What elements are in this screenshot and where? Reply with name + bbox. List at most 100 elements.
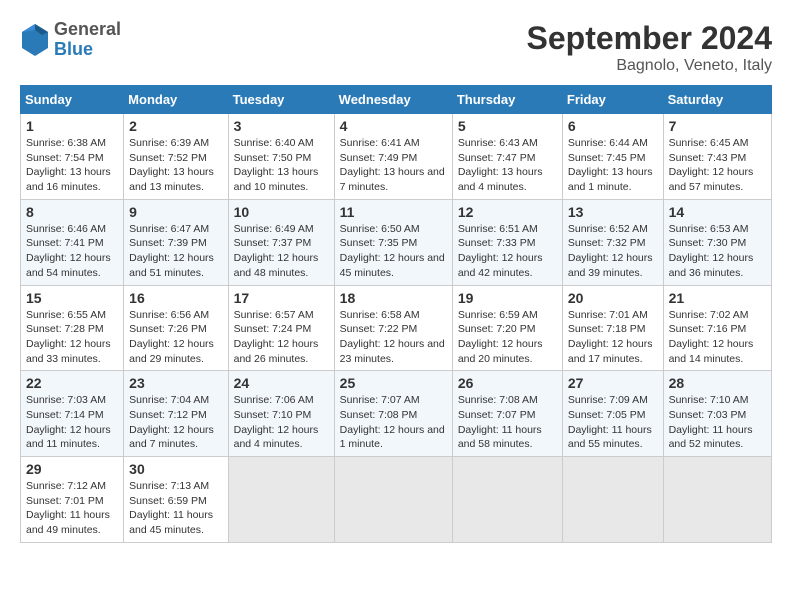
- header-thursday: Thursday: [452, 86, 562, 114]
- calendar-cell: 6 Sunrise: 6:44 AMSunset: 7:45 PMDaylight…: [562, 114, 663, 200]
- day-details: Sunrise: 6:56 AMSunset: 7:26 PMDaylight:…: [129, 308, 222, 367]
- header-sunday: Sunday: [21, 86, 124, 114]
- day-number: 6: [568, 118, 658, 134]
- day-details: Sunrise: 6:45 AMSunset: 7:43 PMDaylight:…: [669, 136, 766, 195]
- day-details: Sunrise: 6:49 AMSunset: 7:37 PMDaylight:…: [234, 222, 329, 281]
- day-details: Sunrise: 6:38 AMSunset: 7:54 PMDaylight:…: [26, 136, 118, 195]
- day-number: 2: [129, 118, 222, 134]
- calendar-cell: 11 Sunrise: 6:50 AMSunset: 7:35 PMDayligh…: [334, 199, 452, 285]
- day-details: Sunrise: 6:50 AMSunset: 7:35 PMDaylight:…: [340, 222, 447, 281]
- day-number: 25: [340, 375, 447, 391]
- calendar-cell: 27Sunrise: 7:09 AMSunset: 7:05 PMDayligh…: [562, 371, 663, 457]
- logo: General Blue: [20, 20, 121, 60]
- calendar-cell: 15Sunrise: 6:55 AMSunset: 7:28 PMDayligh…: [21, 285, 124, 371]
- day-details: Sunrise: 7:12 AMSunset: 7:01 PMDaylight:…: [26, 479, 118, 538]
- day-number: 24: [234, 375, 329, 391]
- day-details: Sunrise: 6:44 AMSunset: 7:45 PMDaylight:…: [568, 136, 658, 195]
- day-number: 21: [669, 290, 766, 306]
- day-details: Sunrise: 7:08 AMSunset: 7:07 PMDaylight:…: [458, 393, 557, 452]
- calendar-cell: 21Sunrise: 7:02 AMSunset: 7:16 PMDayligh…: [663, 285, 771, 371]
- day-number: 5: [458, 118, 557, 134]
- day-number: 28: [669, 375, 766, 391]
- calendar-cell: 22 Sunrise: 7:03 AMSunset: 7:14 PMDayligh…: [21, 371, 124, 457]
- calendar-table: Sunday Monday Tuesday Wednesday Thursday…: [20, 85, 772, 543]
- day-number: 23: [129, 375, 222, 391]
- day-details: Sunrise: 7:13 AMSunset: 6:59 PMDaylight:…: [129, 479, 222, 538]
- day-number: 22: [26, 375, 118, 391]
- day-details: Sunrise: 6:59 AMSunset: 7:20 PMDaylight:…: [458, 308, 557, 367]
- header-tuesday: Tuesday: [228, 86, 334, 114]
- day-number: 8: [26, 204, 118, 220]
- day-number: 1: [26, 118, 118, 134]
- calendar-week-row: 29 Sunrise: 7:12 AMSunset: 7:01 PMDayligh…: [21, 457, 772, 543]
- logo-general: General: [54, 20, 121, 40]
- calendar-cell: 4 Sunrise: 6:41 AMSunset: 7:49 PMDaylight…: [334, 114, 452, 200]
- calendar-cell: 25 Sunrise: 7:07 AMSunset: 7:08 PMDayligh…: [334, 371, 452, 457]
- day-number: 12: [458, 204, 557, 220]
- header-monday: Monday: [124, 86, 228, 114]
- calendar-cell: 10 Sunrise: 6:49 AMSunset: 7:37 PMDayligh…: [228, 199, 334, 285]
- calendar-cell: [663, 457, 771, 543]
- calendar-cell: 9 Sunrise: 6:47 AMSunset: 7:39 PMDaylight…: [124, 199, 228, 285]
- calendar-cell: [228, 457, 334, 543]
- calendar-cell: [562, 457, 663, 543]
- calendar-cell: [452, 457, 562, 543]
- calendar-cell: 30 Sunrise: 7:13 AMSunset: 6:59 PMDayligh…: [124, 457, 228, 543]
- day-details: Sunrise: 6:53 AMSunset: 7:30 PMDaylight:…: [669, 222, 766, 281]
- day-number: 16: [129, 290, 222, 306]
- day-number: 19: [458, 290, 557, 306]
- header-wednesday: Wednesday: [334, 86, 452, 114]
- month-title: September 2024: [527, 20, 772, 57]
- day-number: 3: [234, 118, 329, 134]
- calendar-cell: 19 Sunrise: 6:59 AMSunset: 7:20 PMDayligh…: [452, 285, 562, 371]
- day-number: 4: [340, 118, 447, 134]
- calendar-cell: [334, 457, 452, 543]
- day-number: 15: [26, 290, 118, 306]
- calendar-week-row: 22 Sunrise: 7:03 AMSunset: 7:14 PMDayligh…: [21, 371, 772, 457]
- day-details: Sunrise: 6:58 AMSunset: 7:22 PMDaylight:…: [340, 308, 447, 367]
- day-details: Sunrise: 7:07 AMSunset: 7:08 PMDaylight:…: [340, 393, 447, 452]
- calendar-cell: 17Sunrise: 6:57 AMSunset: 7:24 PMDayligh…: [228, 285, 334, 371]
- day-details: Sunrise: 6:43 AMSunset: 7:47 PMDaylight:…: [458, 136, 557, 195]
- day-details: Sunrise: 6:52 AMSunset: 7:32 PMDaylight:…: [568, 222, 658, 281]
- day-details: Sunrise: 7:09 AMSunset: 7:05 PMDaylight:…: [568, 393, 658, 452]
- calendar-cell: 14 Sunrise: 6:53 AMSunset: 7:30 PMDayligh…: [663, 199, 771, 285]
- day-details: Sunrise: 7:03 AMSunset: 7:14 PMDaylight:…: [26, 393, 118, 452]
- day-number: 30: [129, 461, 222, 477]
- calendar-cell: 13 Sunrise: 6:52 AMSunset: 7:32 PMDayligh…: [562, 199, 663, 285]
- day-number: 7: [669, 118, 766, 134]
- calendar-cell: 18Sunrise: 6:58 AMSunset: 7:22 PMDayligh…: [334, 285, 452, 371]
- calendar-week-row: 8 Sunrise: 6:46 AMSunset: 7:41 PMDaylight…: [21, 199, 772, 285]
- calendar-cell: 1 Sunrise: 6:38 AMSunset: 7:54 PMDaylight…: [21, 114, 124, 200]
- calendar-cell: 16 Sunrise: 6:56 AMSunset: 7:26 PMDayligh…: [124, 285, 228, 371]
- logo-icon: [20, 22, 50, 58]
- logo-text: General Blue: [54, 20, 121, 60]
- day-number: 10: [234, 204, 329, 220]
- day-number: 14: [669, 204, 766, 220]
- header-friday: Friday: [562, 86, 663, 114]
- page-header: General Blue September 2024 Bagnolo, Ven…: [20, 20, 772, 75]
- day-number: 11: [340, 204, 447, 220]
- weekday-header-row: Sunday Monday Tuesday Wednesday Thursday…: [21, 86, 772, 114]
- calendar-cell: 5 Sunrise: 6:43 AMSunset: 7:47 PMDaylight…: [452, 114, 562, 200]
- day-details: Sunrise: 7:06 AMSunset: 7:10 PMDaylight:…: [234, 393, 329, 452]
- day-details: Sunrise: 7:10 AMSunset: 7:03 PMDaylight:…: [669, 393, 766, 452]
- calendar-cell: 29 Sunrise: 7:12 AMSunset: 7:01 PMDayligh…: [21, 457, 124, 543]
- day-number: 29: [26, 461, 118, 477]
- location: Bagnolo, Veneto, Italy: [527, 57, 772, 75]
- day-number: 13: [568, 204, 658, 220]
- day-number: 17: [234, 290, 329, 306]
- calendar-cell: 12Sunrise: 6:51 AMSunset: 7:33 PMDayligh…: [452, 199, 562, 285]
- day-details: Sunrise: 6:46 AMSunset: 7:41 PMDaylight:…: [26, 222, 118, 281]
- header-saturday: Saturday: [663, 86, 771, 114]
- day-number: 9: [129, 204, 222, 220]
- day-details: Sunrise: 6:41 AMSunset: 7:49 PMDaylight:…: [340, 136, 447, 195]
- calendar-cell: 24 Sunrise: 7:06 AMSunset: 7:10 PMDayligh…: [228, 371, 334, 457]
- calendar-cell: 20Sunrise: 7:01 AMSunset: 7:18 PMDayligh…: [562, 285, 663, 371]
- calendar-cell: 7 Sunrise: 6:45 AMSunset: 7:43 PMDaylight…: [663, 114, 771, 200]
- day-details: Sunrise: 6:39 AMSunset: 7:52 PMDaylight:…: [129, 136, 222, 195]
- day-number: 20: [568, 290, 658, 306]
- calendar-week-row: 15Sunrise: 6:55 AMSunset: 7:28 PMDayligh…: [21, 285, 772, 371]
- day-details: Sunrise: 7:04 AMSunset: 7:12 PMDaylight:…: [129, 393, 222, 452]
- day-details: Sunrise: 6:47 AMSunset: 7:39 PMDaylight:…: [129, 222, 222, 281]
